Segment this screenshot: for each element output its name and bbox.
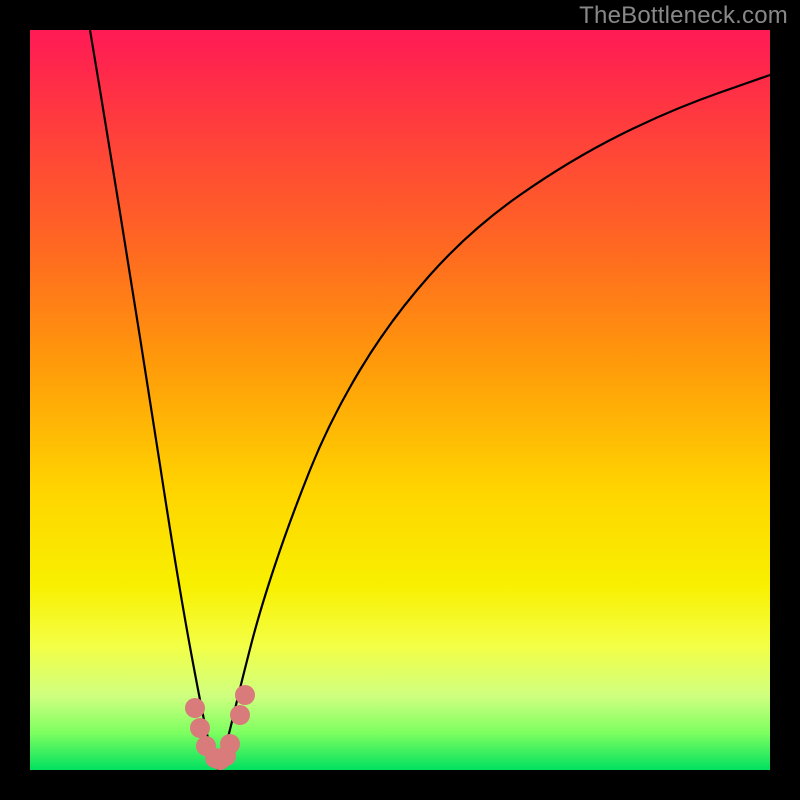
marker-dot — [190, 718, 210, 738]
right-branch-curve — [218, 75, 770, 770]
marker-cluster — [185, 685, 255, 770]
plot-area — [30, 30, 770, 770]
curve-svg — [30, 30, 770, 770]
chart-outer-frame: TheBottleneck.com — [0, 0, 800, 800]
left-branch-curve — [90, 30, 218, 770]
marker-dot — [230, 705, 250, 725]
marker-dot — [220, 734, 240, 754]
watermark-text: TheBottleneck.com — [579, 2, 788, 30]
marker-dot — [235, 685, 255, 705]
marker-dot — [185, 698, 205, 718]
